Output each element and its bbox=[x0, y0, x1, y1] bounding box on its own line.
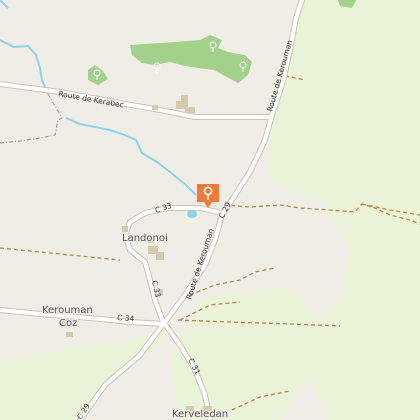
building bbox=[185, 107, 195, 113]
building bbox=[122, 226, 128, 232]
building bbox=[66, 332, 73, 337]
map-view[interactable]: Route de Kerabec Route de Kerouman Route… bbox=[0, 0, 420, 420]
map-canvas[interactable]: Route de Kerabec Route de Kerouman Route… bbox=[0, 0, 420, 420]
pond bbox=[187, 210, 197, 218]
road-label-c34: C 34 bbox=[117, 313, 135, 323]
place-label-kerouman-coz-line2[interactable]: Coz bbox=[58, 317, 79, 331]
place-label-landonoi[interactable]: Landonoi bbox=[121, 232, 169, 246]
building bbox=[156, 252, 164, 260]
place-label-kerveledan[interactable]: Kerveledan bbox=[171, 408, 230, 420]
place-label-kerouman-coz-line1[interactable]: Kerouman bbox=[41, 304, 94, 318]
building bbox=[152, 105, 158, 110]
building bbox=[181, 95, 188, 101]
